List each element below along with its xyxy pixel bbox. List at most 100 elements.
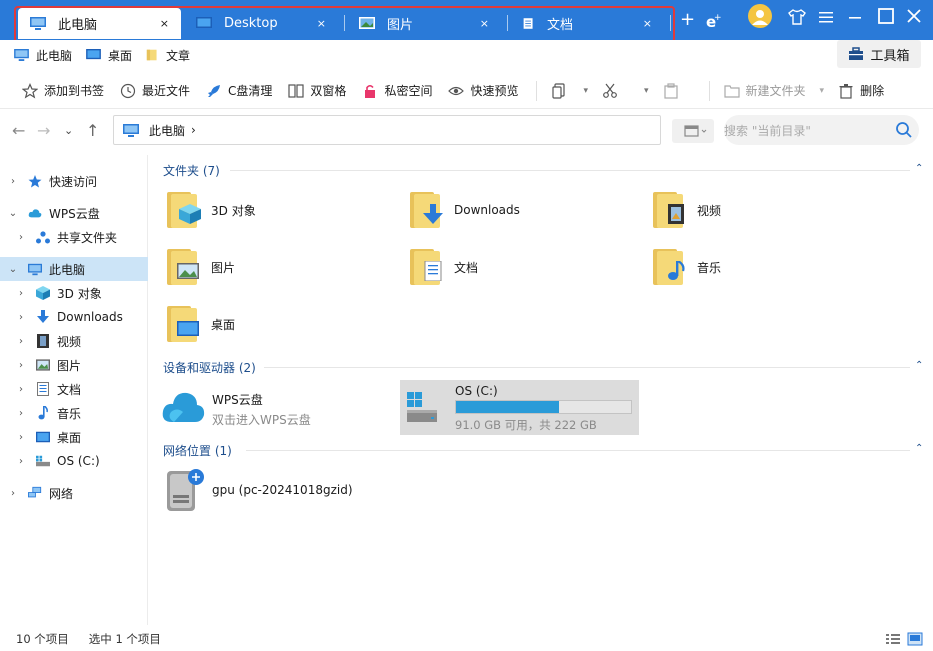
chevron-down-icon[interactable]: ▾ <box>644 86 649 96</box>
paste-button[interactable] <box>663 82 685 99</box>
toolbox-button[interactable]: 工具箱 <box>837 40 921 68</box>
network-share-icon <box>167 469 204 511</box>
folder-icon <box>651 247 687 287</box>
new-tab-button[interactable]: + <box>680 9 695 30</box>
forward-arrow-icon[interactable]: → <box>37 121 50 140</box>
maximize-icon[interactable] <box>877 7 895 25</box>
c-drive-cleanup-button[interactable]: C盘清理 <box>206 82 272 99</box>
avatar[interactable] <box>748 4 772 28</box>
tab-documents[interactable]: 文档 × <box>510 8 664 39</box>
back-arrow-icon[interactable]: ← <box>12 121 25 140</box>
chevron-down-icon[interactable]: ▾ <box>820 86 825 96</box>
chevron-right-icon[interactable]: › <box>16 312 26 323</box>
chevron-down-icon[interactable]: ⌄ <box>8 208 18 219</box>
sidebar-item-documents[interactable]: › 文档 <box>0 377 148 401</box>
tab-pictures[interactable]: 图片 × <box>347 8 501 39</box>
group-title: 网络位置 (1) <box>163 444 232 458</box>
tab-close-button[interactable]: × <box>160 17 169 30</box>
breadcrumb[interactable]: 此电脑 <box>149 122 185 139</box>
tab-close-button[interactable]: × <box>643 17 652 30</box>
sidebar-item-this-pc[interactable]: ⌄ 此电脑 <box>0 257 148 281</box>
chevron-right-icon[interactable]: › <box>8 176 18 187</box>
chevron-down-icon[interactable]: ⌄ <box>64 124 73 137</box>
document-icon <box>424 261 442 281</box>
private-space-button[interactable]: 私密空间 <box>362 82 432 99</box>
chevron-right-icon[interactable]: › <box>16 384 26 395</box>
chevron-right-icon[interactable]: › <box>8 488 18 499</box>
tab-close-button[interactable]: × <box>480 17 489 30</box>
eye-icon <box>448 83 465 99</box>
details-view-icon[interactable] <box>885 632 901 646</box>
sidebar-item-label: 文档 <box>57 382 82 397</box>
sidebar-item-music[interactable]: › 音乐 <box>0 401 148 425</box>
sidebar-item-desktop[interactable]: › 桌面 <box>0 425 148 449</box>
device-wps-cloud[interactable]: WPS云盘 双击进入WPS云盘 <box>161 388 311 428</box>
add-bookmark-button[interactable]: 添加到书签 <box>22 82 104 99</box>
dual-pane-button[interactable]: 双窗格 <box>288 82 346 99</box>
chevron-right-icon[interactable]: › <box>16 360 26 371</box>
sidebar-item-downloads[interactable]: › Downloads <box>0 305 148 329</box>
copy-button[interactable] <box>551 82 573 99</box>
address-bar[interactable]: 此电脑 › <box>113 115 661 145</box>
new-folder-button[interactable]: 新建文件夹 <box>723 82 806 99</box>
close-icon[interactable] <box>905 7 923 25</box>
skin-icon[interactable] <box>788 9 806 25</box>
view-options-button[interactable] <box>672 119 714 143</box>
recent-files-button[interactable]: 最近文件 <box>120 82 190 99</box>
chevron-right-icon[interactable]: › <box>16 232 26 243</box>
search-input[interactable]: 搜索 "当前目录" <box>724 115 919 145</box>
divider <box>536 80 538 101</box>
quick-preview-button[interactable]: 快速预览 <box>448 82 518 99</box>
bookmark-this-pc[interactable]: 此电脑 <box>14 47 72 64</box>
navigation-sidebar: › 快速访问 ⌄ WPS云盘 › 共享文件夹 ⌄ 此电脑 › 3D 对象 › D… <box>0 155 148 625</box>
tab-desktop[interactable]: Desktop × <box>184 8 338 39</box>
network-item[interactable]: gpu (pc-20241018gzid) <box>165 467 353 513</box>
collapse-icon[interactable]: ⌃ <box>915 163 923 174</box>
chevron-right-icon[interactable]: › <box>16 336 26 347</box>
sidebar-item-videos[interactable]: › 视频 <box>0 329 148 353</box>
chevron-right-icon[interactable]: › <box>16 432 26 443</box>
up-arrow-icon[interactable]: ↑ <box>86 121 99 140</box>
tab-close-button[interactable]: × <box>317 17 326 30</box>
desktop-icon <box>196 17 212 28</box>
folder-item-music[interactable]: 音乐 <box>651 247 721 287</box>
collapse-icon[interactable]: ⌃ <box>915 360 923 371</box>
delete-button[interactable]: 删除 <box>838 82 884 99</box>
tab-this-pc[interactable]: 此电脑 × <box>18 8 181 39</box>
chevron-right-icon[interactable]: › <box>16 456 26 467</box>
chevron-down-icon[interactable]: ⌄ <box>8 264 18 275</box>
sidebar-item-pictures[interactable]: › 图片 <box>0 353 148 377</box>
sidebar-item-shared-folder[interactable]: › 共享文件夹 <box>0 225 148 249</box>
large-icons-view-icon[interactable] <box>907 632 923 646</box>
collapse-icon[interactable]: ⌃ <box>915 443 923 454</box>
group-header-folders[interactable]: 文件夹 (7) <box>163 162 220 179</box>
breadcrumb-separator[interactable]: › <box>191 123 196 137</box>
command-label: 添加到书签 <box>44 84 105 98</box>
group-header-network[interactable]: 网络位置 (1) <box>163 442 232 459</box>
folder-item-desktop[interactable]: 桌面 <box>165 304 235 344</box>
chevron-down-icon[interactable]: ▾ <box>583 86 588 96</box>
menu-icon[interactable] <box>818 9 834 25</box>
chevron-right-icon[interactable]: › <box>16 288 26 299</box>
minimize-icon[interactable] <box>847 9 863 25</box>
search-icon[interactable] <box>895 121 913 139</box>
sidebar-item-3d-objects[interactable]: › 3D 对象 <box>0 281 148 305</box>
folder-item-documents[interactable]: 文档 <box>408 247 478 287</box>
folder-item-videos[interactable]: 视频 <box>651 190 721 230</box>
sidebar-item-os-c[interactable]: › OS (C:) <box>0 449 148 473</box>
add-user-icon[interactable]: e+ <box>704 12 722 30</box>
chevron-right-icon[interactable]: › <box>16 408 26 419</box>
sidebar-item-quick-access[interactable]: › 快速访问 <box>0 169 148 193</box>
sidebar-item-network[interactable]: › 网络 <box>0 481 148 505</box>
cut-button[interactable] <box>602 83 624 99</box>
device-os-c[interactable]: OS (C:) 91.0 GB 可用，共 222 GB <box>400 380 639 435</box>
music-icon <box>36 406 50 420</box>
folder-item-downloads[interactable]: Downloads <box>408 190 520 230</box>
bookmark-articles[interactable]: 文章 <box>146 47 190 64</box>
folder-item-pictures[interactable]: 图片 <box>165 247 235 287</box>
bookmark-desktop[interactable]: 桌面 <box>86 47 132 64</box>
group-header-devices[interactable]: 设备和驱动器 (2) <box>163 359 256 376</box>
folder-item-3d-objects[interactable]: 3D 对象 <box>165 190 256 230</box>
search-placeholder: 搜索 "当前目录" <box>724 123 811 138</box>
sidebar-item-wps-cloud[interactable]: ⌄ WPS云盘 <box>0 201 148 225</box>
